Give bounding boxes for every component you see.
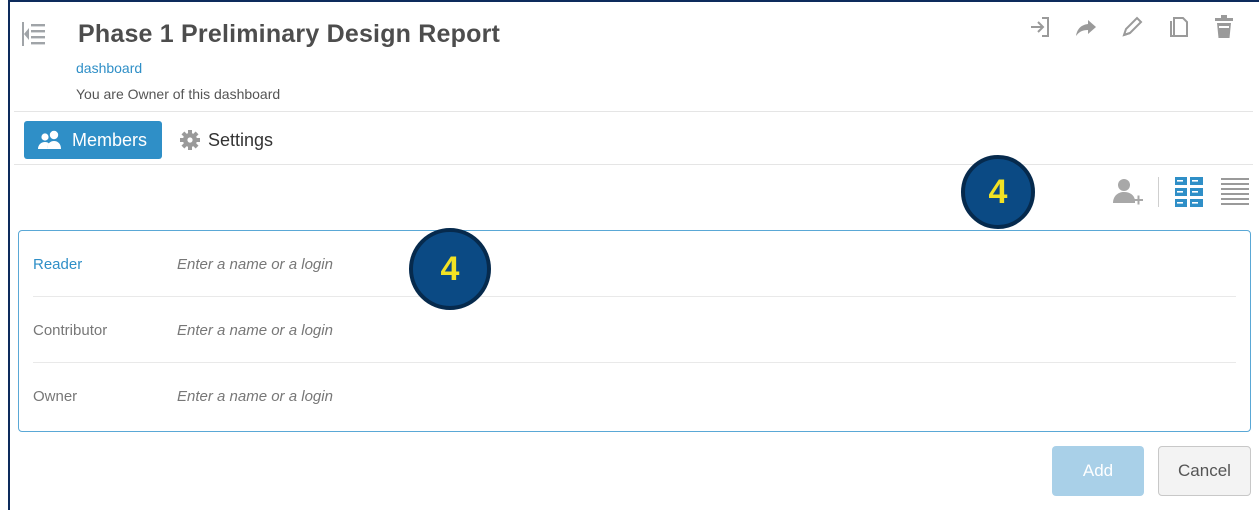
toolbar-separator	[1158, 177, 1159, 207]
cancel-button[interactable]: Cancel	[1158, 446, 1251, 496]
header-divider	[14, 111, 1253, 112]
owner-name-input[interactable]	[175, 386, 679, 406]
role-label-contributor: Contributor	[33, 321, 108, 339]
tab-settings-label: Settings	[208, 129, 274, 150]
exit-icon[interactable]	[1025, 12, 1055, 42]
list-view-icon[interactable]	[1219, 176, 1251, 208]
contributor-name-input[interactable]	[175, 320, 679, 340]
tab-bar: Members Settings	[24, 121, 285, 159]
pencil-icon[interactable]	[1117, 12, 1147, 42]
dashboard-type-link[interactable]: dashboard	[76, 60, 142, 76]
page-title: Phase 1 Preliminary Design Report	[78, 20, 501, 48]
step-callout-toolbar: 4	[961, 155, 1035, 229]
add-button[interactable]: Add	[1052, 446, 1144, 496]
tab-members[interactable]: Members	[24, 121, 162, 159]
role-label-reader: Reader	[33, 255, 83, 273]
header-actions	[1025, 12, 1239, 42]
member-row-contributor: Contributor	[33, 297, 1236, 363]
share-arrow-icon[interactable]	[1071, 12, 1101, 42]
tab-members-label: Members	[72, 129, 148, 150]
users-icon	[38, 130, 61, 149]
member-row-owner: Owner	[33, 363, 1236, 429]
add-user-icon[interactable]	[1112, 176, 1144, 208]
members-toolbar	[1112, 176, 1251, 208]
trash-icon[interactable]	[1209, 12, 1239, 42]
ownership-status-text: You are Owner of this dashboard	[76, 86, 281, 102]
gear-icon	[180, 130, 200, 150]
step-callout-form: 4	[409, 228, 491, 310]
role-label-owner: Owner	[33, 387, 78, 405]
tabs-divider	[14, 164, 1253, 165]
grid-view-icon[interactable]	[1173, 176, 1205, 208]
collapse-sidebar-icon[interactable]	[20, 20, 46, 53]
tab-settings[interactable]: Settings	[180, 121, 285, 159]
members-form-panel: Reader Contributor Owner	[18, 230, 1251, 432]
member-row-reader: Reader	[33, 231, 1236, 297]
copy-icon[interactable]	[1163, 12, 1193, 42]
